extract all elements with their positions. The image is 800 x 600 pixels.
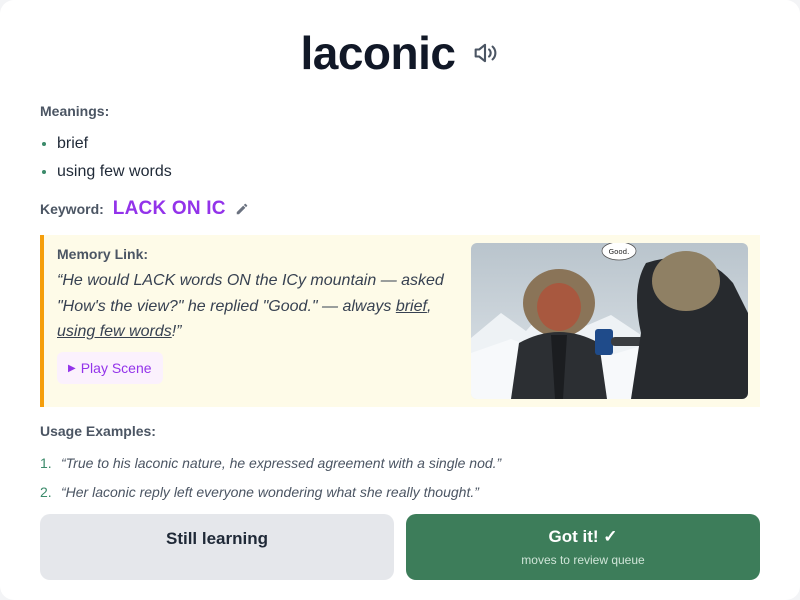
- meaning-text: brief: [57, 135, 89, 152]
- speech-bubble-text: Good.: [609, 248, 630, 256]
- meanings-label: Meanings:: [40, 103, 110, 119]
- usage-example-item: 2. “Her laconic reply left everyone wond…: [40, 477, 501, 506]
- got-it-label: Got it! ✓: [548, 527, 618, 546]
- meanings-list: brief using few words: [40, 130, 172, 186]
- keyword-label: Keyword:: [40, 201, 104, 217]
- memory-link-label: Memory Link:: [57, 246, 149, 262]
- play-icon: ▶: [68, 362, 76, 374]
- memory-link-text: “He would LACK words ON the ICy mountain…: [57, 272, 444, 340]
- keyword-row: Keyword: LACK ON IC: [40, 197, 249, 221]
- word-title: laconic: [300, 27, 456, 79]
- bullet-icon: [42, 170, 46, 174]
- play-scene-button[interactable]: ▶ Play Scene: [57, 352, 163, 384]
- scene-image: Good.: [471, 243, 748, 399]
- example-number: 2.: [40, 483, 52, 500]
- keyword-value: LACK ON IC: [112, 198, 226, 219]
- meaning-item: using few words: [40, 158, 172, 186]
- example-number: 1.: [40, 454, 52, 471]
- example-text: “Her laconic reply left everyone wonderi…: [61, 483, 479, 500]
- meaning-item: brief: [40, 130, 172, 158]
- got-it-subtext: moves to review queue: [521, 553, 645, 567]
- usage-examples-label: Usage Examples:: [40, 423, 156, 439]
- memory-link-box: Memory Link: “He would LACK words ON the…: [40, 235, 760, 407]
- flashcard: laconic Meanings: brief using few words …: [0, 0, 800, 600]
- speaker-icon[interactable]: [470, 38, 500, 68]
- bullet-icon: [42, 142, 46, 146]
- example-text: “True to his laconic nature, he expresse…: [61, 454, 502, 471]
- word-header: laconic: [0, 26, 800, 80]
- still-learning-button[interactable]: Still learning: [40, 514, 394, 580]
- meaning-text: using few words: [57, 163, 172, 180]
- usage-example-item: 1. “True to his laconic nature, he expre…: [40, 448, 501, 477]
- play-scene-label: Play Scene: [80, 360, 152, 376]
- pencil-icon[interactable]: [235, 202, 249, 216]
- usage-examples-list: 1. “True to his laconic nature, he expre…: [40, 448, 501, 506]
- got-it-button[interactable]: Got it! ✓ moves to review queue: [406, 514, 760, 580]
- still-learning-label: Still learning: [165, 528, 269, 548]
